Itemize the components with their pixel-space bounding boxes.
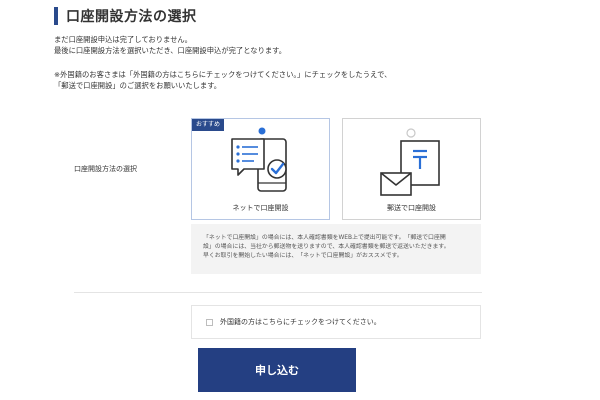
option-net-label: ネットで口座開設 (232, 204, 289, 212)
page-header: 口座開設方法の選択 (54, 6, 197, 26)
recommended-badge: おすすめ (192, 119, 225, 131)
option-net-account[interactable]: おすすめ ネットで口座開設 (191, 118, 330, 220)
notice-line-1: まだ口座開設申込は完了しておりません。 (54, 35, 192, 44)
smartphone-check-icon (231, 127, 287, 192)
notice-line-2: 最後に口座開設方法を選択いただき、口座開設申込が完了となります。 (54, 46, 287, 55)
foreign-national-checkbox[interactable] (206, 318, 213, 326)
notice-line-4: 「郵送で口座開設」のご選択をお願いいたします。 (54, 81, 222, 90)
foreign-national-row[interactable]: 外国籍の方はこちらにチェックをつけてください。 (191, 305, 481, 339)
method-description: 「ネットで口座開設」の場合には、本人確認書類をWEB上で提出可能です。「郵送で口… (191, 224, 481, 274)
description-line-1: 「ネットで口座開設」の場合には、本人確認書類をWEB上で提出可能です。「郵送で口… (203, 235, 446, 241)
submit-button[interactable]: 申し込む (198, 348, 356, 392)
section-divider (74, 292, 482, 293)
foreign-national-label: 外国籍の方はこちらにチェックをつけてください。 (220, 318, 381, 326)
mail-post-icon (380, 128, 440, 196)
description-line-2: 設」の場合には、当社から郵送物を送りますので、本人確認書類を郵送で返送いただきま… (203, 244, 450, 250)
method-label: 口座開設方法の選択 (74, 165, 137, 173)
option-post-label: 郵送で口座開設 (387, 204, 436, 212)
title-accent-bar (54, 7, 58, 25)
page-title: 口座開設方法の選択 (66, 9, 197, 25)
option-post-account[interactable]: 郵送で口座開設 (342, 118, 481, 220)
notice-line-3: ※外国籍のお客さまは「外国籍の方はこちらにチェックをつけてください。」にチェック… (54, 70, 392, 79)
description-line-3: 早くお取引を開始したい場合には、「ネットで口座開設」がおススメです。 (203, 253, 403, 259)
